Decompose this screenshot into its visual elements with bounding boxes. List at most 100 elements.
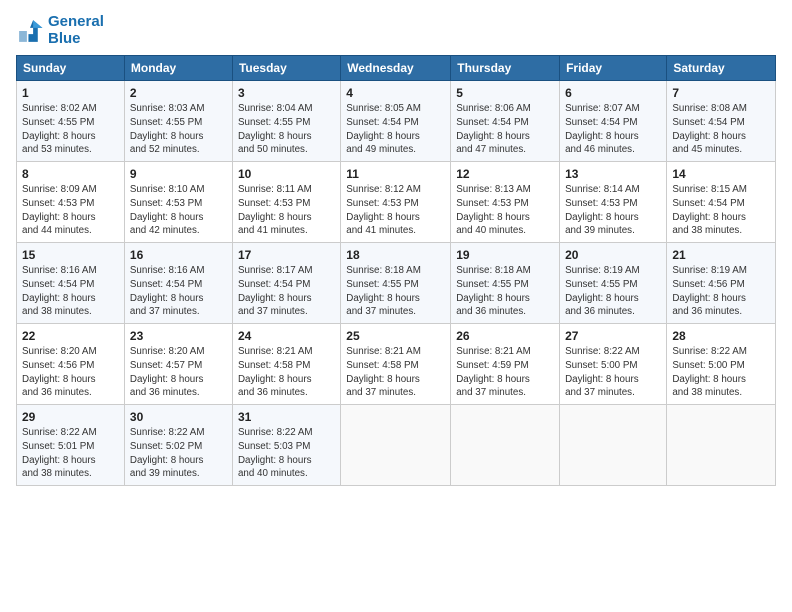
calendar-cell [451, 405, 560, 486]
day-info: Sunrise: 8:03 AMSunset: 4:55 PMDaylight:… [130, 102, 227, 157]
calendar-cell [560, 405, 667, 486]
day-number: 12 [456, 166, 554, 182]
day-info: Sunrise: 8:15 AMSunset: 4:54 PMDaylight:… [672, 183, 770, 238]
day-number: 3 [238, 85, 335, 101]
calendar-body: 1Sunrise: 8:02 AMSunset: 4:55 PMDaylight… [17, 81, 776, 486]
day-info: Sunrise: 8:21 AMSunset: 4:58 PMDaylight:… [346, 345, 445, 400]
calendar-cell: 1Sunrise: 8:02 AMSunset: 4:55 PMDaylight… [17, 81, 125, 162]
logo-text: General Blue [48, 14, 104, 47]
calendar-cell: 14Sunrise: 8:15 AMSunset: 4:54 PMDayligh… [667, 162, 776, 243]
calendar-week-1: 1Sunrise: 8:02 AMSunset: 4:55 PMDaylight… [17, 81, 776, 162]
calendar-cell: 20Sunrise: 8:19 AMSunset: 4:55 PMDayligh… [560, 243, 667, 324]
day-number: 22 [22, 328, 119, 344]
day-number: 1 [22, 85, 119, 101]
calendar-cell: 19Sunrise: 8:18 AMSunset: 4:55 PMDayligh… [451, 243, 560, 324]
day-info: Sunrise: 8:10 AMSunset: 4:53 PMDaylight:… [130, 183, 227, 238]
day-number: 7 [672, 85, 770, 101]
day-info: Sunrise: 8:05 AMSunset: 4:54 PMDaylight:… [346, 102, 445, 157]
day-number: 6 [565, 85, 661, 101]
day-info: Sunrise: 8:06 AMSunset: 4:54 PMDaylight:… [456, 102, 554, 157]
calendar-header: SundayMondayTuesdayWednesdayThursdayFrid… [17, 56, 776, 81]
calendar-cell: 8Sunrise: 8:09 AMSunset: 4:53 PMDaylight… [17, 162, 125, 243]
day-info: Sunrise: 8:22 AMSunset: 5:03 PMDaylight:… [238, 426, 335, 481]
day-number: 16 [130, 247, 227, 263]
day-info: Sunrise: 8:19 AMSunset: 4:55 PMDaylight:… [565, 264, 661, 319]
calendar-cell: 28Sunrise: 8:22 AMSunset: 5:00 PMDayligh… [667, 324, 776, 405]
day-number: 14 [672, 166, 770, 182]
day-number: 5 [456, 85, 554, 101]
weekday-tuesday: Tuesday [232, 56, 340, 81]
day-number: 17 [238, 247, 335, 263]
day-number: 15 [22, 247, 119, 263]
day-number: 30 [130, 409, 227, 425]
day-info: Sunrise: 8:18 AMSunset: 4:55 PMDaylight:… [456, 264, 554, 319]
weekday-saturday: Saturday [667, 56, 776, 81]
day-info: Sunrise: 8:20 AMSunset: 4:57 PMDaylight:… [130, 345, 227, 400]
calendar-week-2: 8Sunrise: 8:09 AMSunset: 4:53 PMDaylight… [17, 162, 776, 243]
calendar-cell: 25Sunrise: 8:21 AMSunset: 4:58 PMDayligh… [341, 324, 451, 405]
day-number: 28 [672, 328, 770, 344]
day-info: Sunrise: 8:09 AMSunset: 4:53 PMDaylight:… [22, 183, 119, 238]
calendar-cell: 2Sunrise: 8:03 AMSunset: 4:55 PMDaylight… [124, 81, 232, 162]
calendar-cell: 13Sunrise: 8:14 AMSunset: 4:53 PMDayligh… [560, 162, 667, 243]
day-number: 20 [565, 247, 661, 263]
calendar-cell: 26Sunrise: 8:21 AMSunset: 4:59 PMDayligh… [451, 324, 560, 405]
calendar-cell [667, 405, 776, 486]
logo: General Blue [16, 14, 104, 47]
calendar-cell: 6Sunrise: 8:07 AMSunset: 4:54 PMDaylight… [560, 81, 667, 162]
calendar-table: SundayMondayTuesdayWednesdayThursdayFrid… [16, 55, 776, 486]
calendar-cell: 17Sunrise: 8:17 AMSunset: 4:54 PMDayligh… [232, 243, 340, 324]
calendar-cell: 29Sunrise: 8:22 AMSunset: 5:01 PMDayligh… [17, 405, 125, 486]
day-number: 18 [346, 247, 445, 263]
day-info: Sunrise: 8:20 AMSunset: 4:56 PMDaylight:… [22, 345, 119, 400]
day-info: Sunrise: 8:22 AMSunset: 5:00 PMDaylight:… [565, 345, 661, 400]
calendar-cell: 9Sunrise: 8:10 AMSunset: 4:53 PMDaylight… [124, 162, 232, 243]
day-number: 23 [130, 328, 227, 344]
calendar-cell: 3Sunrise: 8:04 AMSunset: 4:55 PMDaylight… [232, 81, 340, 162]
day-number: 13 [565, 166, 661, 182]
day-number: 27 [565, 328, 661, 344]
day-info: Sunrise: 8:22 AMSunset: 5:02 PMDaylight:… [130, 426, 227, 481]
calendar-cell: 27Sunrise: 8:22 AMSunset: 5:00 PMDayligh… [560, 324, 667, 405]
day-number: 25 [346, 328, 445, 344]
day-number: 29 [22, 409, 119, 425]
day-number: 10 [238, 166, 335, 182]
day-number: 26 [456, 328, 554, 344]
day-number: 2 [130, 85, 227, 101]
calendar-cell: 18Sunrise: 8:18 AMSunset: 4:55 PMDayligh… [341, 243, 451, 324]
day-info: Sunrise: 8:13 AMSunset: 4:53 PMDaylight:… [456, 183, 554, 238]
calendar-cell: 7Sunrise: 8:08 AMSunset: 4:54 PMDaylight… [667, 81, 776, 162]
day-info: Sunrise: 8:12 AMSunset: 4:53 PMDaylight:… [346, 183, 445, 238]
calendar-cell [341, 405, 451, 486]
calendar-cell: 16Sunrise: 8:16 AMSunset: 4:54 PMDayligh… [124, 243, 232, 324]
calendar-week-3: 15 Sunrise: 8:16 AMSunset: 4:54 PMDayligh… [17, 243, 776, 324]
calendar-week-5: 29Sunrise: 8:22 AMSunset: 5:01 PMDayligh… [17, 405, 776, 486]
weekday-sunday: Sunday [17, 56, 125, 81]
header: General Blue [16, 14, 776, 47]
calendar-cell: 10Sunrise: 8:11 AMSunset: 4:53 PMDayligh… [232, 162, 340, 243]
weekday-monday: Monday [124, 56, 232, 81]
calendar-cell: 12Sunrise: 8:13 AMSunset: 4:53 PMDayligh… [451, 162, 560, 243]
day-number: 31 [238, 409, 335, 425]
day-info: Sunrise: 8:22 AMSunset: 5:01 PMDaylight:… [22, 426, 119, 481]
day-info: Sunrise: 8:16 AMSunset: 4:54 PMDaylight:… [130, 264, 227, 319]
day-number: 19 [456, 247, 554, 263]
page: General Blue SundayMondayTuesdayWednesda… [0, 0, 792, 612]
calendar-cell: 4Sunrise: 8:05 AMSunset: 4:54 PMDaylight… [341, 81, 451, 162]
day-info: Sunrise: 8:04 AMSunset: 4:55 PMDaylight:… [238, 102, 335, 157]
calendar-cell: 5Sunrise: 8:06 AMSunset: 4:54 PMDaylight… [451, 81, 560, 162]
day-info: Sunrise: 8:08 AMSunset: 4:54 PMDaylight:… [672, 102, 770, 157]
calendar-cell: 22Sunrise: 8:20 AMSunset: 4:56 PMDayligh… [17, 324, 125, 405]
calendar-cell: 24Sunrise: 8:21 AMSunset: 4:58 PMDayligh… [232, 324, 340, 405]
day-number: 21 [672, 247, 770, 263]
weekday-friday: Friday [560, 56, 667, 81]
calendar-cell: 30Sunrise: 8:22 AMSunset: 5:02 PMDayligh… [124, 405, 232, 486]
day-number: 11 [346, 166, 445, 182]
calendar-week-4: 22Sunrise: 8:20 AMSunset: 4:56 PMDayligh… [17, 324, 776, 405]
day-info: Sunrise: 8:07 AMSunset: 4:54 PMDaylight:… [565, 102, 661, 157]
day-info: Sunrise: 8:02 AMSunset: 4:55 PMDaylight:… [22, 102, 119, 157]
day-info: Sunrise: 8:18 AMSunset: 4:55 PMDaylight:… [346, 264, 445, 319]
day-number: 9 [130, 166, 227, 182]
calendar-cell: 15Sunrise: 8:16 AMSunset: 4:54 PMDayligh… [17, 243, 125, 324]
calendar-cell: 11Sunrise: 8:12 AMSunset: 4:53 PMDayligh… [341, 162, 451, 243]
